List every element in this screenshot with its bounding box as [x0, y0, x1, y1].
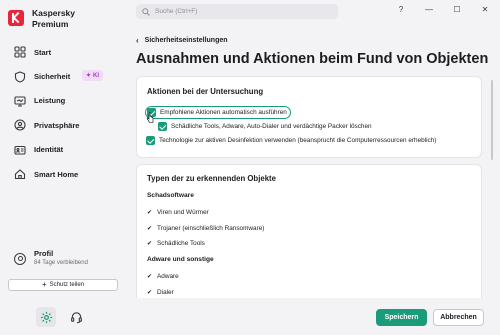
license-days: 84 Tage verbleibend [34, 260, 88, 266]
sidebar-item-label: Smart Home [34, 169, 79, 179]
group-title: Adware und sonstige [147, 256, 214, 263]
list-item-label: Adware [157, 273, 179, 280]
minimize-button[interactable]: — [424, 5, 434, 14]
sidebar-item-privatsphaere[interactable]: Privatsphäre [0, 113, 124, 137]
profile-icon [14, 253, 26, 265]
list-item: ✔ Dialer [147, 289, 174, 296]
save-button[interactable]: Speichern [376, 309, 427, 326]
check-icon: ✔ [147, 226, 153, 232]
list-item-label: Viren und Würmer [157, 209, 209, 216]
list-item: ✔ Adware [147, 273, 179, 280]
check-icon: ✔ [147, 290, 153, 296]
option-label: Schädliche Tools, Adware, Auto-Dialer un… [171, 123, 372, 130]
scan-actions-card: Aktionen bei der Untersuchung Empfohlene… [136, 76, 482, 158]
profile[interactable]: Profil 84 Tage verbleibend [14, 249, 88, 266]
sidebar-item-start[interactable]: Start [0, 40, 124, 64]
breadcrumb-label: Sicherheitseinstellungen [144, 37, 228, 44]
sidebar-item-sicherheit[interactable]: Sicherheit ✦ KI [0, 64, 124, 88]
headset-icon [70, 311, 82, 323]
help-button[interactable]: ? [396, 5, 406, 14]
brand-name: Kaspersky [32, 8, 76, 18]
sidebar-item-leistung[interactable]: Leistung [0, 89, 124, 113]
group-title: Schadsoftware [147, 192, 194, 199]
option-label: Technologie zur aktiven Desinfektion ver… [159, 137, 437, 144]
sidebar-item-label: Privatsphäre [34, 120, 80, 130]
cancel-button[interactable]: Abbrechen [433, 309, 484, 326]
ki-badge: ✦ KI [82, 70, 104, 82]
mouse-cursor-icon [146, 112, 154, 123]
list-item: ✔ Trojaner (einschließlich Ransomware) [147, 225, 264, 232]
bottom-toolbar [36, 307, 86, 327]
support-button[interactable] [66, 307, 86, 327]
window-controls: ? — ☐ ✕ [396, 5, 490, 14]
scan-actions-title: Aktionen bei der Untersuchung [147, 87, 264, 96]
sparkle-icon: ✦ [86, 73, 92, 80]
share-protection-button[interactable]: + Schutz teilen [8, 279, 118, 291]
option-active-disinfection[interactable]: Technologie zur aktiven Desinfektion ver… [146, 136, 436, 145]
monitor-icon [14, 95, 26, 107]
check-icon: ✔ [147, 210, 153, 216]
sidebar-item-identitaet[interactable]: Identität [0, 138, 124, 162]
scrollbar[interactable] [491, 80, 493, 160]
option-label: Empfohlene Aktionen automatisch ausführe… [160, 109, 287, 116]
sidebar-item-smart-home[interactable]: Smart Home [0, 162, 124, 186]
checkbox-delete-tools[interactable] [158, 122, 167, 131]
list-item: ✔ Viren und Würmer [147, 209, 209, 216]
settings-content[interactable]: Aktionen bei der Untersuchung Empfohlene… [136, 76, 484, 298]
option-auto-actions[interactable]: Empfohlene Aktionen automatisch ausführe… [145, 106, 291, 119]
profile-name: Profil [34, 249, 54, 258]
check-icon: ✔ [147, 274, 153, 280]
checkbox-active-disinfection[interactable] [146, 136, 155, 145]
share-protection-label: Schutz teilen [49, 282, 85, 288]
search-icon [142, 7, 150, 16]
shield-icon [14, 70, 26, 83]
sidebar-item-label: Identität [34, 145, 64, 155]
object-types-title: Typen der zu erkennenden Objekte [147, 174, 276, 183]
chevron-left-icon: ‹ [136, 36, 139, 45]
grid-icon [14, 46, 26, 58]
breadcrumb-back[interactable]: ‹ Sicherheitseinstellungen [136, 36, 228, 45]
brand: Kaspersky Premium [8, 8, 75, 30]
page-title: Ausnahmen und Aktionen beim Fund von Obj… [136, 51, 489, 67]
home-icon [14, 168, 26, 180]
close-button[interactable]: ✕ [480, 5, 490, 14]
sidebar-item-label: Leistung [34, 96, 66, 106]
sidebar-item-label: Sicherheit [34, 72, 71, 82]
list-item-label: Dialer [157, 289, 174, 296]
sidebar: Kaspersky Premium Start Sicherheit ✦ KI L… [0, 0, 124, 335]
list-item-label: Schädliche Tools [157, 240, 205, 247]
sidebar-nav: Start Sicherheit ✦ KI Leistung Privatsphä… [0, 40, 124, 186]
maximize-button[interactable]: ☐ [452, 5, 462, 14]
object-types-card: Typen der zu erkennenden Objekte Schadso… [136, 164, 482, 298]
kaspersky-logo-icon [8, 10, 24, 26]
list-item-label: Trojaner (einschließlich Ransomware) [157, 225, 265, 232]
search-placeholder: Suche (Ctrl+F) [155, 8, 198, 15]
privacy-icon [14, 119, 26, 131]
id-card-icon [14, 144, 26, 156]
settings-button[interactable] [36, 307, 56, 327]
gear-icon [40, 311, 52, 323]
brand-edition: Premium [32, 19, 69, 29]
sidebar-item-label: Start [34, 47, 52, 57]
ki-badge-label: KI [93, 72, 100, 79]
search-input[interactable]: Suche (Ctrl+F) [136, 4, 338, 19]
option-delete-tools[interactable]: Schädliche Tools, Adware, Auto-Dialer un… [158, 122, 372, 131]
plus-icon: + [41, 280, 47, 289]
check-icon: ✔ [147, 241, 153, 247]
list-item: ✔ Schädliche Tools [147, 240, 205, 247]
